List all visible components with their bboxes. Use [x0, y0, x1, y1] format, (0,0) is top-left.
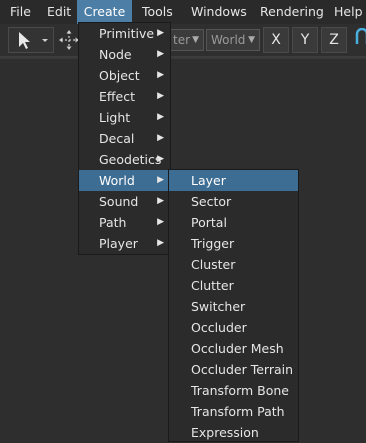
toolbar: ter ▼ World ▼ X Y Z [0, 24, 366, 57]
submenu-item-expression[interactable]: Expression [169, 422, 298, 443]
menu-item-label: Primitive [99, 26, 155, 41]
submenu-item-switcher[interactable]: Switcher [169, 296, 298, 317]
axis-z-button[interactable]: Z [321, 27, 347, 53]
menu-edit[interactable]: Edit [37, 0, 81, 24]
menu-item-label: Node [99, 47, 132, 62]
menu-item-object[interactable]: Object ▶ [79, 65, 170, 86]
menu-item-geodetics[interactable]: Geodetics ▶ [79, 149, 170, 170]
menu-item-primitive[interactable]: Primitive ▶ [79, 23, 170, 44]
menu-help[interactable]: Help [324, 0, 366, 24]
menu-item-label: Decal [99, 131, 135, 146]
filter-combo-value: ter [173, 33, 191, 47]
submenu-arrow-icon: ▶ [157, 175, 164, 185]
menu-bar: File Edit Create Tools Windows Rendering… [0, 0, 366, 24]
menu-item-label: Player [99, 236, 138, 251]
menu-item-sound[interactable]: Sound ▶ [79, 191, 170, 212]
submenu-item-transform-path[interactable]: Transform Path [169, 401, 298, 422]
menu-item-label: Path [99, 215, 127, 230]
submenu-arrow-icon: ▶ [157, 70, 164, 80]
select-tool-button[interactable] [8, 27, 54, 53]
menu-item-decal[interactable]: Decal ▶ [79, 128, 170, 149]
submenu-item-occluder[interactable]: Occluder [169, 317, 298, 338]
menu-windows[interactable]: Windows [181, 0, 257, 24]
submenu-arrow-icon: ▶ [157, 217, 164, 227]
submenu-arrow-icon: ▶ [157, 49, 164, 59]
snap-tool-button[interactable] [352, 27, 366, 53]
submenu-arrow-icon: ▶ [157, 238, 164, 248]
create-menu: Primitive ▶ Node ▶ Object ▶ Effect ▶ Light ▶ … [78, 22, 171, 255]
menu-item-label: Light [99, 110, 131, 125]
submenu-item-portal[interactable]: Portal [169, 212, 298, 233]
menu-item-node[interactable]: Node ▶ [79, 44, 170, 65]
menu-item-world[interactable]: World ▶ [79, 170, 170, 191]
menu-item-label: Sound [99, 194, 139, 209]
menu-item-light[interactable]: Light ▶ [79, 107, 170, 128]
submenu-arrow-icon: ▶ [157, 133, 164, 143]
filter-combo[interactable]: ter ▼ [168, 29, 204, 51]
submenu-arrow-icon: ▶ [157, 91, 164, 101]
submenu-arrow-icon: ▶ [157, 154, 164, 164]
submenu-item-clutter[interactable]: Clutter [169, 275, 298, 296]
menu-item-effect[interactable]: Effect ▶ [79, 86, 170, 107]
submenu-item-sector[interactable]: Sector [169, 191, 298, 212]
submenu-arrow-icon: ▶ [157, 196, 164, 206]
world-combo-value: World [211, 33, 246, 47]
menu-tools[interactable]: Tools [132, 0, 183, 24]
menu-item-player[interactable]: Player ▶ [79, 233, 170, 254]
submenu-item-layer[interactable]: Layer [169, 170, 298, 191]
menu-item-label: Effect [99, 89, 135, 104]
axis-y-button[interactable]: Y [292, 27, 318, 53]
world-combo[interactable]: World ▼ [206, 29, 260, 51]
submenu-item-cluster[interactable]: Cluster [169, 254, 298, 275]
menu-item-label: Geodetics [99, 152, 162, 167]
submenu-arrow-icon: ▶ [157, 112, 164, 122]
submenu-item-occluder-mesh[interactable]: Occluder Mesh [169, 338, 298, 359]
submenu-arrow-icon: ▶ [157, 28, 164, 38]
magnet-icon [355, 27, 366, 44]
menu-item-label: Object [99, 68, 140, 83]
menu-rendering[interactable]: Rendering [250, 0, 334, 24]
menu-file[interactable]: File [0, 0, 41, 24]
world-submenu: Layer Sector Portal Trigger Cluster Clut… [168, 169, 299, 442]
submenu-item-trigger[interactable]: Trigger [169, 233, 298, 254]
toolbar-divider [0, 57, 366, 59]
submenu-item-transform-bone[interactable]: Transform Bone [169, 380, 298, 401]
menu-create[interactable]: Create [77, 0, 132, 24]
submenu-item-occluder-terrain[interactable]: Occluder Terrain [169, 359, 298, 380]
chevron-down-icon: ▼ [192, 35, 199, 45]
cursor-arrow-icon [19, 32, 48, 49]
menu-item-label: World [99, 173, 135, 188]
chevron-down-icon: ▼ [248, 35, 255, 45]
menu-item-path[interactable]: Path ▶ [79, 212, 170, 233]
axis-x-button[interactable]: X [263, 27, 289, 53]
